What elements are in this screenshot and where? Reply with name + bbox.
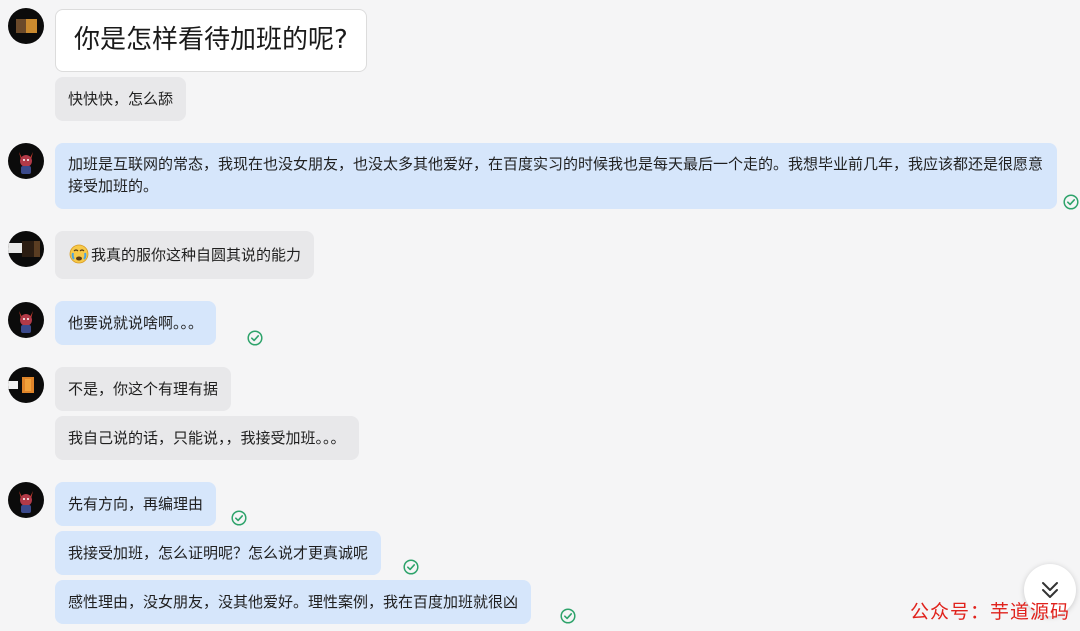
message-bubble: 我接受加班，怎么证明呢？怎么说才更真诚呢 xyxy=(55,531,382,575)
check-circle-icon xyxy=(247,330,263,346)
message-bubble: 他要说就说啥啊。。。 xyxy=(55,301,217,345)
message-bubble: 感性理由，没女朋友，没其他爱好。理性案例，我在百度加班就很凶 xyxy=(55,580,532,624)
message-bubble: 先有方向，再编理由 xyxy=(55,482,217,526)
message-text: 我自己说的话，只能说，，我接受加班。。。 xyxy=(68,429,346,447)
crying-face-emoji xyxy=(69,244,89,264)
message-text: 不是，你这个有理有据 xyxy=(68,380,219,398)
assistant-avatar[interactable] xyxy=(8,482,44,518)
message-text: 加班是互联网的常态，我现在也没女朋友，也没太多其他爱好，在百度实习的时候我也是每… xyxy=(68,155,1044,195)
assistant-avatar[interactable] xyxy=(8,143,44,179)
message-bubble: 你是怎样看待加班的呢? xyxy=(55,9,367,72)
message-text: 快快快，怎么舔 xyxy=(68,90,174,108)
message-bubble: 快快快，怎么舔 xyxy=(55,77,187,121)
user-avatar[interactable] xyxy=(8,231,44,267)
message-bubble: 我真的服你这种自圆其说的能力 xyxy=(55,231,315,279)
message-bubble: 我自己说的话，只能说，，我接受加班。。。 xyxy=(55,416,359,460)
message-text: 先有方向，再编理由 xyxy=(68,495,204,513)
user-avatar[interactable] xyxy=(8,8,44,44)
message-text: 我真的服你这种自圆其说的能力 xyxy=(91,246,302,264)
message-text: 我接受加班，怎么证明呢？怎么说才更真诚呢 xyxy=(68,544,369,562)
message-bubble: 加班是互联网的常态，我现在也没女朋友，也没太多其他爱好，在百度实习的时候我也是每… xyxy=(55,143,1057,209)
watermark: 公众号：芋道源码 xyxy=(910,601,1071,623)
user-avatar[interactable] xyxy=(8,367,44,403)
message-text: 感性理由，没女朋友，没其他爱好。理性案例，我在百度加班就很凶 xyxy=(68,593,519,611)
check-circle-icon xyxy=(403,559,419,575)
assistant-avatar[interactable] xyxy=(8,302,44,338)
message-bubble: 不是，你这个有理有据 xyxy=(55,367,232,411)
message-text: 你是怎样看待加班的呢? xyxy=(74,25,348,55)
check-circle-icon xyxy=(560,608,576,624)
check-circle-icon xyxy=(1063,194,1079,210)
check-circle-icon xyxy=(231,510,247,526)
message-text: 他要说就说啥啊。。。 xyxy=(68,314,204,332)
